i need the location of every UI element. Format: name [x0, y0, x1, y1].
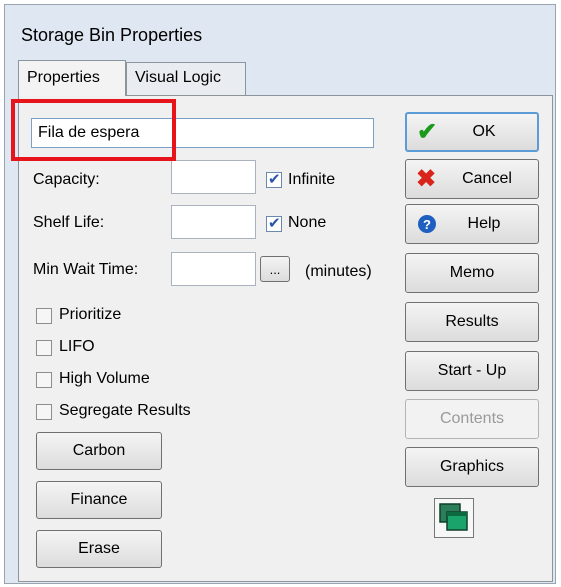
infinite-checkbox[interactable]: ✔ [266, 171, 282, 188]
carbon-button[interactable]: Carbon [36, 432, 162, 470]
infinite-label: Infinite [288, 171, 336, 188]
minutes-label: (minutes) [305, 263, 372, 280]
capacity-label: Capacity: [33, 171, 100, 188]
highlight-box [11, 99, 176, 161]
ok-button[interactable]: ✔ OK [405, 112, 539, 152]
x-cross-icon: ✖ [416, 165, 437, 193]
high-volume-label: High Volume [59, 370, 150, 387]
segregate-results-checkbox[interactable] [36, 404, 52, 420]
ok-label: OK [472, 123, 496, 140]
lifo-label: LIFO [59, 338, 95, 355]
shelf-life-input[interactable] [171, 205, 256, 239]
contents-button: Contents [405, 399, 539, 439]
none-label: None [288, 214, 327, 231]
graphic-preview[interactable] [434, 498, 474, 538]
memo-button[interactable]: Memo [405, 253, 539, 293]
none-checkbox[interactable]: ✔ [266, 215, 282, 232]
capacity-input[interactable] [171, 160, 256, 194]
min-wait-time-label: Min Wait Time: [33, 261, 139, 278]
shelf-life-label: Shelf Life: [33, 214, 105, 231]
browse-button[interactable]: ... [260, 256, 290, 282]
prioritize-checkbox[interactable] [36, 308, 52, 324]
cancel-label: Cancel [462, 170, 512, 187]
erase-button[interactable]: Erase [36, 530, 162, 568]
start-up-button[interactable]: Start - Up [405, 351, 539, 391]
high-volume-checkbox[interactable] [36, 372, 52, 388]
checkmark-icon: ✔ [417, 118, 438, 146]
cancel-button[interactable]: ✖ Cancel [405, 159, 539, 199]
checkbox-check-icon: ✔ [268, 171, 281, 188]
prioritize-label: Prioritize [59, 306, 122, 323]
graphics-button[interactable]: Graphics [405, 447, 539, 487]
finance-button[interactable]: Finance [36, 481, 162, 519]
checkbox-check-icon: ✔ [268, 215, 281, 232]
stacked-windows-icon [439, 503, 468, 531]
help-label: Help [467, 215, 501, 232]
results-button[interactable]: Results [405, 302, 539, 342]
lifo-checkbox[interactable] [36, 340, 52, 356]
help-question-icon: ? [418, 215, 436, 233]
min-wait-time-input[interactable] [171, 252, 256, 286]
help-button[interactable]: ? Help [405, 204, 539, 244]
tab-properties[interactable]: Properties [18, 60, 126, 96]
segregate-results-label: Segregate Results [59, 402, 191, 419]
window-title: Storage Bin Properties [21, 25, 203, 45]
tab-visual-logic[interactable]: Visual Logic [126, 62, 246, 96]
